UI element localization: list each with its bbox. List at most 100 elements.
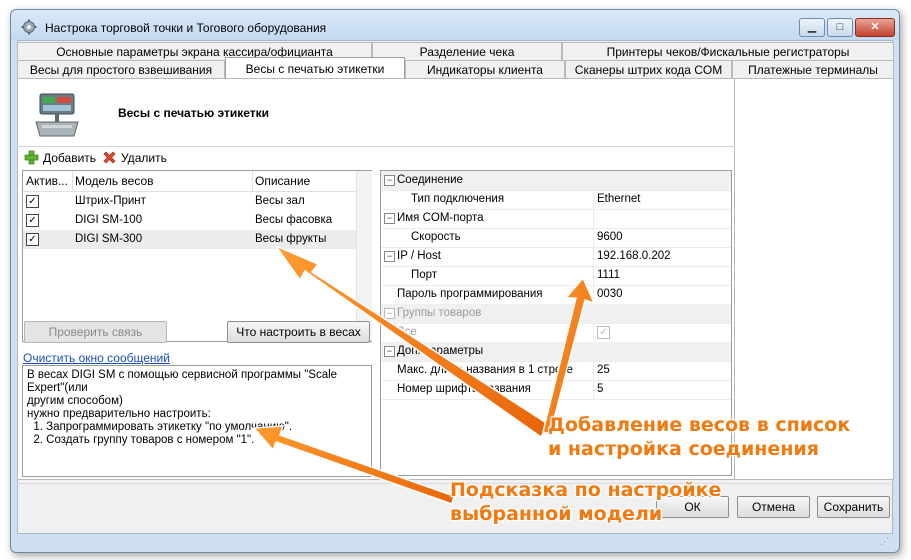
callout-line: и настройка соединения: [548, 438, 819, 460]
close-button[interactable]: ✕: [855, 18, 895, 37]
delete-icon: [103, 151, 116, 164]
cancel-button[interactable]: Отмена: [737, 496, 810, 518]
column-divider: [72, 171, 73, 191]
collapse-icon[interactable]: −: [384, 308, 395, 319]
property-value[interactable]: Ethernet: [597, 190, 640, 209]
property-port[interactable]: Порт 1111: [381, 266, 731, 286]
tab-receipt-printers[interactable]: Принтеры чеков/Фискальные регистраторы: [562, 42, 894, 60]
gear-icon: [21, 19, 37, 35]
category-label: Доп. параметры: [397, 345, 484, 357]
property-label: Номер шрифта названия: [397, 383, 531, 395]
category-extra[interactable]: − Доп. параметры: [381, 342, 731, 362]
tab-payment-terminals[interactable]: Платежные терминалы: [732, 60, 894, 78]
property-connection-type[interactable]: Тип подключения Ethernet: [381, 190, 731, 210]
property-label: Макс. длина названия в 1 строке: [397, 364, 573, 376]
tab-barcode-scanners[interactable]: Сканеры штрих кода COM: [565, 60, 732, 78]
plus-icon: [24, 150, 39, 165]
property-value[interactable]: 5: [597, 380, 603, 399]
minimize-icon: ▁: [807, 21, 817, 33]
title-bar: Настрока торговой точки и Тогового обору…: [11, 10, 899, 40]
property-divider: [593, 380, 594, 399]
property-max-name-length[interactable]: Макс. длина названия в 1 строке 25: [381, 361, 731, 381]
property-divider: [593, 323, 594, 342]
property-all-groups[interactable]: Все ✓: [381, 323, 731, 343]
column-divider: [252, 171, 253, 191]
collapse-icon[interactable]: −: [384, 213, 395, 224]
property-value[interactable]: 0030: [597, 285, 623, 304]
scales-list[interactable]: Актив... Модель весов Описание ✓ Штрих-П…: [22, 170, 372, 342]
list-scrollbar[interactable]: [356, 171, 372, 341]
clear-messages-link[interactable]: Очистить окно сообщений: [23, 351, 170, 365]
message-line: нужно предварительно настроить:: [27, 408, 211, 420]
property-label: Имя COM-порта: [397, 212, 484, 224]
property-label: Порт: [411, 269, 438, 281]
save-button[interactable]: Сохранить: [817, 496, 890, 518]
category-label: Соединение: [397, 174, 463, 186]
minimize-button[interactable]: ▁: [799, 18, 825, 37]
property-label: Скорость: [411, 231, 461, 243]
window-title: Настрока торговой точки и Тогового обору…: [45, 21, 327, 35]
property-label: IP / Host: [397, 250, 441, 262]
collapse-icon[interactable]: −: [384, 346, 395, 357]
maximize-button[interactable]: □: [827, 18, 853, 37]
property-divider: [593, 228, 594, 247]
tab-customer-displays[interactable]: Индикаторы клиента: [405, 60, 565, 78]
active-checkbox[interactable]: ✓: [26, 195, 39, 208]
active-checkbox[interactable]: ✓: [26, 214, 39, 227]
property-speed[interactable]: Скорость 9600: [381, 228, 731, 248]
what-to-configure-button[interactable]: Что настроить в весах: [227, 321, 370, 343]
table-row[interactable]: ✓ DIGI SM-100 Весы фасовка: [23, 211, 371, 230]
column-model[interactable]: Модель весов: [75, 171, 154, 191]
property-divider: [593, 190, 594, 209]
category-label: Группы товаров: [397, 307, 482, 319]
tab-label-scales[interactable]: Весы с печатью этикетки: [225, 57, 405, 79]
model-cell: Штрих-Принт: [75, 195, 146, 207]
property-value[interactable]: 1111: [597, 266, 620, 285]
list-header: Актив... Модель весов Описание: [23, 171, 371, 192]
property-label: Пароль программирования: [397, 288, 543, 300]
callout-model-hint: Подсказка по настройке выбранной модели: [450, 478, 721, 526]
header-divider: [17, 146, 735, 147]
resize-grip-icon[interactable]: ⋰: [880, 536, 890, 546]
column-description[interactable]: Описание: [255, 171, 310, 191]
property-divider: [593, 266, 594, 285]
property-label: Все: [397, 326, 417, 338]
callout-line: выбранной модели: [450, 503, 663, 525]
property-font-number[interactable]: Номер шрифта названия 5: [381, 380, 731, 400]
scale-icon: [35, 93, 79, 137]
model-cell: DIGI SM-300: [75, 233, 143, 245]
callout-line: Добавление весов в список: [548, 414, 851, 436]
property-value[interactable]: 9600: [597, 228, 623, 247]
property-divider: [593, 285, 594, 304]
property-value[interactable]: 25: [597, 361, 610, 380]
category-product-groups[interactable]: − Группы товаров: [381, 304, 731, 324]
messages-box[interactable]: В весах DIGI SM с помощью сервисной прог…: [22, 365, 372, 477]
active-checkbox[interactable]: ✓: [26, 233, 39, 246]
all-groups-checkbox[interactable]: ✓: [597, 326, 610, 339]
callout-line: Подсказка по настройке: [450, 479, 722, 501]
table-row[interactable]: ✓ DIGI SM-300 Весы фрукты: [23, 230, 371, 249]
property-label: Тип подключения: [411, 193, 505, 205]
category-connection[interactable]: − Соединение: [381, 171, 731, 191]
model-cell: DIGI SM-100: [75, 214, 143, 226]
column-active[interactable]: Актив...: [26, 171, 72, 191]
message-line: В весах DIGI SM с помощью сервисной прог…: [27, 369, 338, 394]
callout-add-scales: Добавление весов в список и настройка со…: [548, 413, 850, 461]
collapse-icon[interactable]: −: [384, 251, 395, 262]
message-line: 2. Создать группу товаров с номером "1".: [27, 434, 255, 446]
message-line: другим способом): [27, 395, 123, 407]
property-value[interactable]: 192.168.0.202: [597, 247, 671, 266]
property-com-port[interactable]: − Имя COM-порта: [381, 209, 731, 229]
property-divider: [593, 361, 594, 380]
property-password[interactable]: Пароль программирования 0030: [381, 285, 731, 305]
tab-simple-scales[interactable]: Весы для простого взвешивания: [17, 60, 225, 78]
property-divider: [593, 247, 594, 266]
collapse-icon[interactable]: −: [384, 175, 395, 186]
maximize-icon: □: [836, 21, 844, 33]
property-divider: [593, 209, 594, 228]
add-label: Добавить: [43, 151, 97, 165]
table-row[interactable]: ✓ Штрих-Принт Весы зал: [23, 192, 371, 211]
check-connection-button[interactable]: Проверить связь: [24, 321, 167, 343]
property-ip-host[interactable]: − IP / Host 192.168.0.202: [381, 247, 731, 267]
close-icon: ✕: [870, 21, 880, 33]
